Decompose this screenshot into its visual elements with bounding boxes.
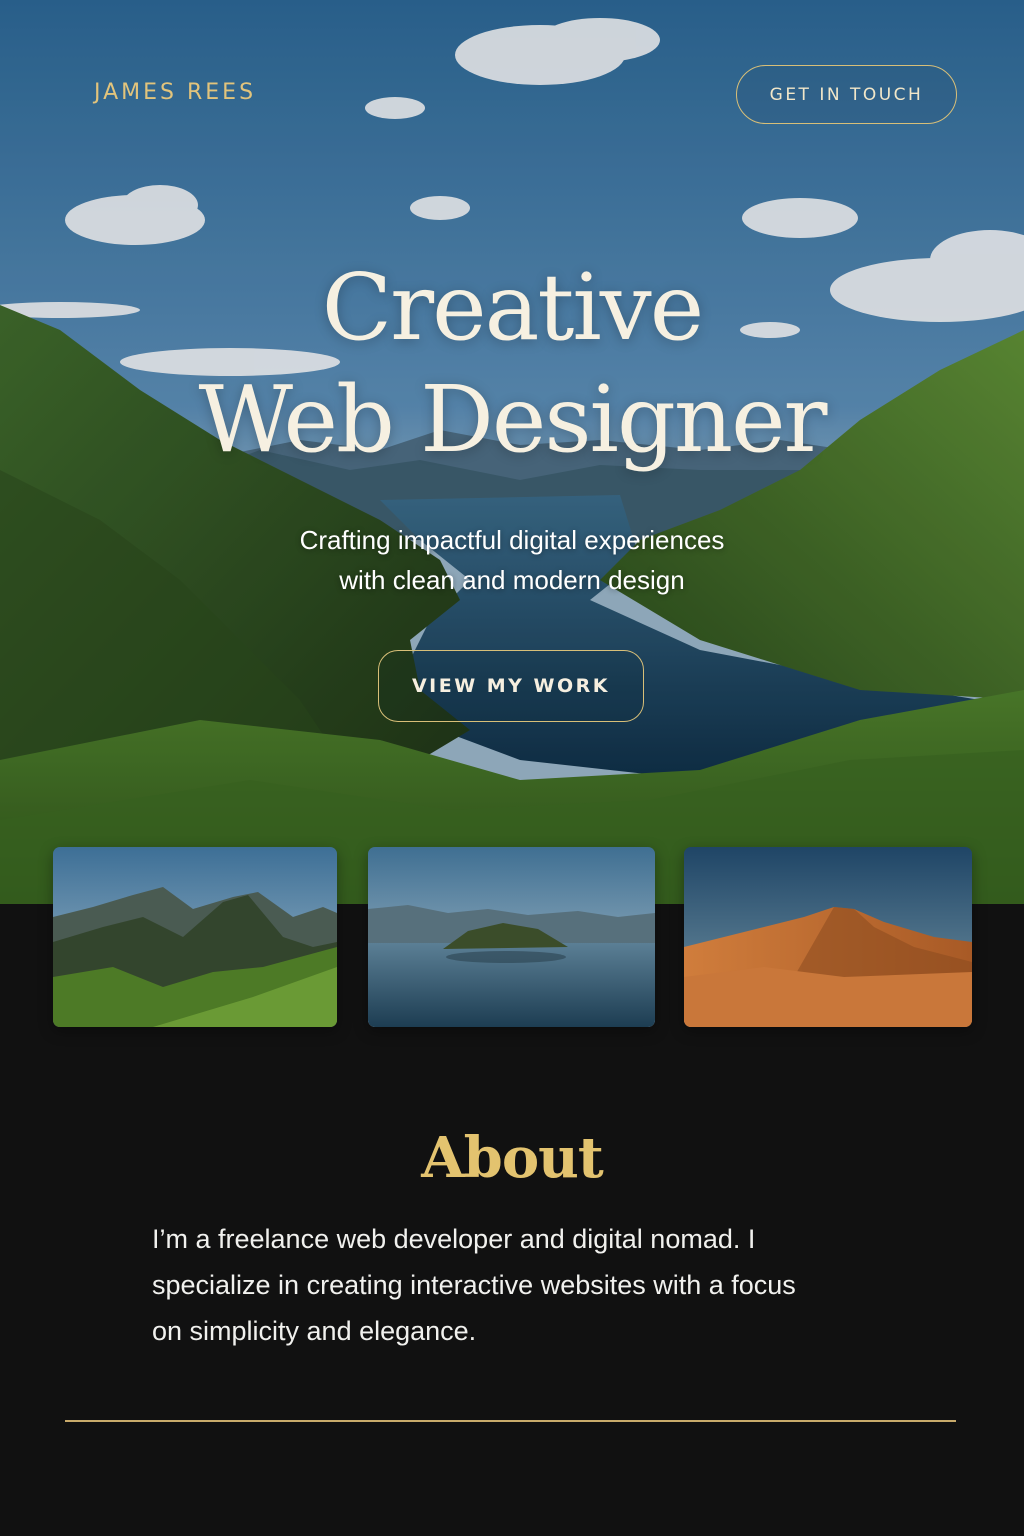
desert-image: [684, 847, 972, 1027]
gallery-thumbnail-mountains[interactable]: [53, 847, 337, 1027]
about-line2: specialize in creating interactive websi…: [152, 1270, 796, 1300]
mountain-image: [53, 847, 337, 1027]
gallery-thumbnail-lake[interactable]: [368, 847, 655, 1027]
hero-title: Creative Web Designer: [0, 252, 1024, 476]
get-in-touch-button[interactable]: GET IN TOUCH: [736, 65, 957, 124]
lake-image: [368, 847, 655, 1027]
about-line1: I’m a freelance web developer and digita…: [152, 1224, 756, 1254]
hero-section: JAMES REES GET IN TOUCH Creative Web Des…: [0, 0, 1024, 904]
section-divider: [65, 1420, 956, 1422]
hero-subtitle-line2: with clean and modern design: [339, 565, 685, 595]
gallery-thumbnail-desert[interactable]: [684, 847, 972, 1027]
about-line3: on simplicity and elegance.: [152, 1316, 477, 1346]
brand-name[interactable]: JAMES REES: [94, 80, 256, 105]
about-paragraph: I’m a freelance web developer and digita…: [152, 1216, 882, 1354]
about-heading: About: [421, 1125, 604, 1191]
hero-title-line1: Creative: [321, 254, 704, 361]
hero-title-line2: Web Designer: [198, 366, 827, 473]
hero-subtitle-line1: Crafting impactful digital experiences: [299, 525, 725, 555]
view-my-work-button[interactable]: VIEW MY WORK: [378, 650, 644, 722]
hero-subtitle: Crafting impactful digital experiences w…: [0, 520, 1024, 600]
